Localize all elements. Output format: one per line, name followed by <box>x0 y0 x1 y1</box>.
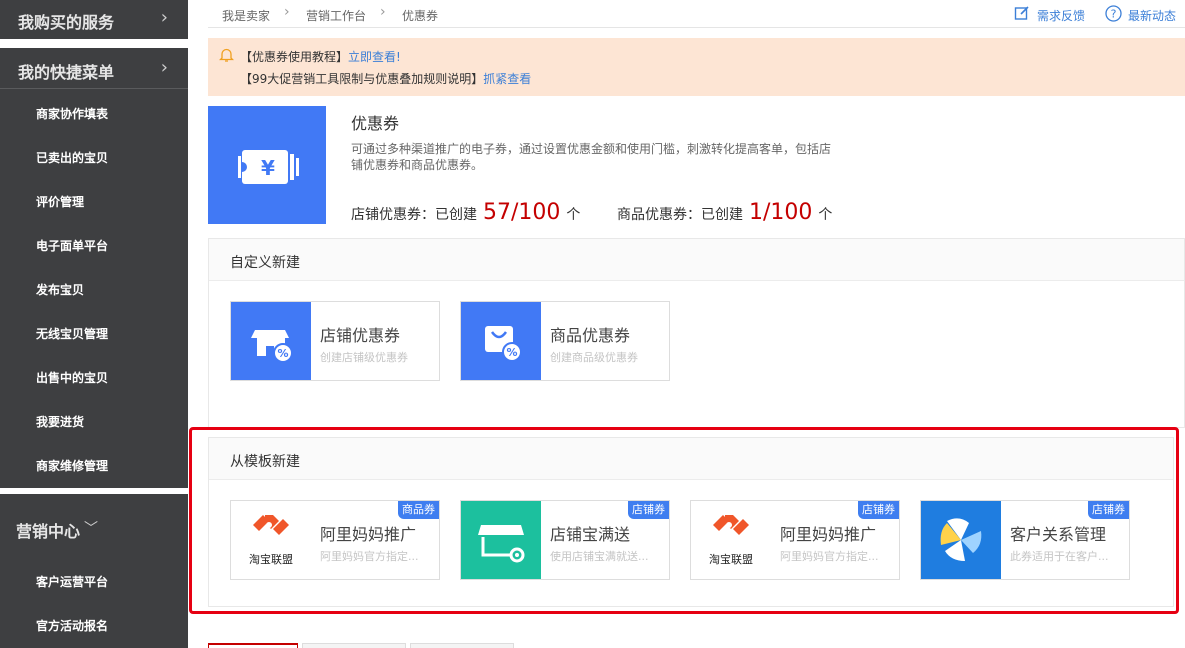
breadcrumb-marketing[interactable]: 营销工作台 <box>306 7 366 24</box>
shop-coupon-label: 店铺优惠券：已创建 <box>351 207 477 223</box>
sidebar: 我购买的服务 › 我的快捷菜单 › 商家协作填表 已卖出的宝贝 评价管理 电子面… <box>0 0 188 648</box>
highlight-frame <box>189 427 1179 614</box>
svg-text:%: % <box>277 347 288 360</box>
feedback-link[interactable]: 需求反馈 <box>1037 7 1085 24</box>
shop-percent-icon: % <box>231 302 311 380</box>
notice-line-2: 【99大促营销工具限制与优惠叠加规则说明】抓紧查看 <box>240 70 531 87</box>
divider <box>0 88 188 89</box>
sidebar-item-sold-items[interactable]: 已卖出的宝贝 <box>36 149 108 166</box>
breadcrumb-coupon: 优惠券 <box>402 9 439 23</box>
chevron-right-icon: › <box>160 57 168 78</box>
shop-coupon-stat: 店铺优惠券：已创建 57/100 个 <box>351 200 580 225</box>
shop-coupon-card[interactable]: % 店铺优惠券 创建店铺级优惠券 <box>230 301 440 381</box>
sidebar-item-on-sale[interactable]: 出售中的宝贝 <box>36 369 108 386</box>
notice-link-1[interactable]: 立即查看! <box>348 50 401 64</box>
edit-icon[interactable] <box>1014 5 1030 24</box>
custom-create-title: 自定义新建 <box>230 255 300 271</box>
purchased-services-label: 我购买的服务 <box>18 13 115 32</box>
sidebar-item-merchant-form[interactable]: 商家协作填表 <box>36 105 108 122</box>
card-subtitle: 创建店铺级优惠券 <box>320 351 408 364</box>
card-title: 店铺优惠券 <box>320 326 401 345</box>
bell-icon <box>218 47 235 66</box>
bottom-tab[interactable] <box>410 643 514 648</box>
sidebar-item-purchase[interactable]: 我要进货 <box>36 413 84 430</box>
panel-header: 自定义新建 <box>209 239 1184 281</box>
card-title: 商品优惠券 <box>550 326 631 345</box>
custom-create-panel: 自定义新建 % 店铺优惠券 创建店铺级优惠券 % 商品优惠券 创建商品级优惠券 <box>208 238 1185 428</box>
topbar: 我是卖家 › 营销工作台 › 优惠券 需求反馈 ? 最新动态 <box>208 0 1185 28</box>
notice-text-2: 【99大促营销工具限制与优惠叠加规则说明】 <box>240 72 484 86</box>
marketing-menu: 营销中心 ﹀ 客户运营平台 官方活动报名 <box>0 494 188 648</box>
breadcrumb-seller[interactable]: 我是卖家 <box>222 7 270 24</box>
notice-link-2[interactable]: 抓紧查看 <box>483 72 531 86</box>
shop-coupon-count: 57/100 <box>483 200 561 225</box>
sidebar-item-repair[interactable]: 商家维修管理 <box>36 457 108 474</box>
chevron-right-icon: › <box>160 7 168 28</box>
marketing-center-label: 营销中心 <box>16 522 81 541</box>
sidebar-item-wireless[interactable]: 无线宝贝管理 <box>36 325 108 342</box>
chevron-down-icon: ﹀ <box>84 521 98 537</box>
quick-menu: 我的快捷菜单 › 商家协作填表 已卖出的宝贝 评价管理 电子面单平台 发布宝贝 … <box>0 48 188 488</box>
notice-banner: 【优惠券使用教程】立即查看! 【99大促营销工具限制与优惠叠加规则说明】抓紧查看 <box>208 38 1185 96</box>
bag-percent-icon: % <box>461 302 541 380</box>
sidebar-item-waybill[interactable]: 电子面单平台 <box>36 237 108 254</box>
item-coupon-label: 商品优惠券：已创建 <box>617 207 743 223</box>
svg-text:?: ? <box>1111 8 1117 21</box>
item-coupon-stat: 商品优惠券：已创建 1/100 个 <box>617 200 832 225</box>
coupon-ticket-icon: ¥ <box>208 106 326 224</box>
sidebar-item-publish[interactable]: 发布宝贝 <box>36 281 84 298</box>
purchased-services-menu[interactable]: 我购买的服务 › <box>0 0 188 39</box>
news-link[interactable]: 最新动态 <box>1128 7 1176 24</box>
quick-menu-header[interactable]: 我的快捷菜单 › <box>0 48 188 88</box>
notice-line-1: 【优惠券使用教程】立即查看! <box>240 48 401 65</box>
breadcrumb-separator: › <box>284 4 290 20</box>
sidebar-item-reviews[interactable]: 评价管理 <box>36 193 84 210</box>
card-subtitle: 创建商品级优惠券 <box>550 351 638 364</box>
help-icon[interactable]: ? <box>1105 5 1122 25</box>
sidebar-item-official-events[interactable]: 官方活动报名 <box>36 617 108 634</box>
item-coupon-count: 1/100 <box>749 200 813 225</box>
coupon-title: 优惠券 <box>351 114 400 133</box>
svg-text:¥: ¥ <box>261 156 275 180</box>
svg-text:%: % <box>506 346 517 359</box>
bottom-tab[interactable] <box>302 643 406 648</box>
quick-menu-label: 我的快捷菜单 <box>18 63 115 82</box>
bottom-tab[interactable] <box>208 643 298 648</box>
sidebar-item-customer-ops[interactable]: 客户运营平台 <box>36 573 108 590</box>
coupon-description: 可通过多种渠道推广的电子券，通过设置优惠金额和使用门槛，刺激转化提高客单，包括店… <box>351 142 832 172</box>
item-coupon-card[interactable]: % 商品优惠券 创建商品级优惠券 <box>460 301 670 381</box>
shop-coupon-unit: 个 <box>566 207 581 223</box>
item-coupon-unit: 个 <box>818 207 833 223</box>
marketing-center-header[interactable]: 营销中心 ﹀ <box>0 494 188 541</box>
notice-text-1: 【优惠券使用教程】 <box>240 50 349 64</box>
breadcrumb-separator: › <box>380 4 386 20</box>
